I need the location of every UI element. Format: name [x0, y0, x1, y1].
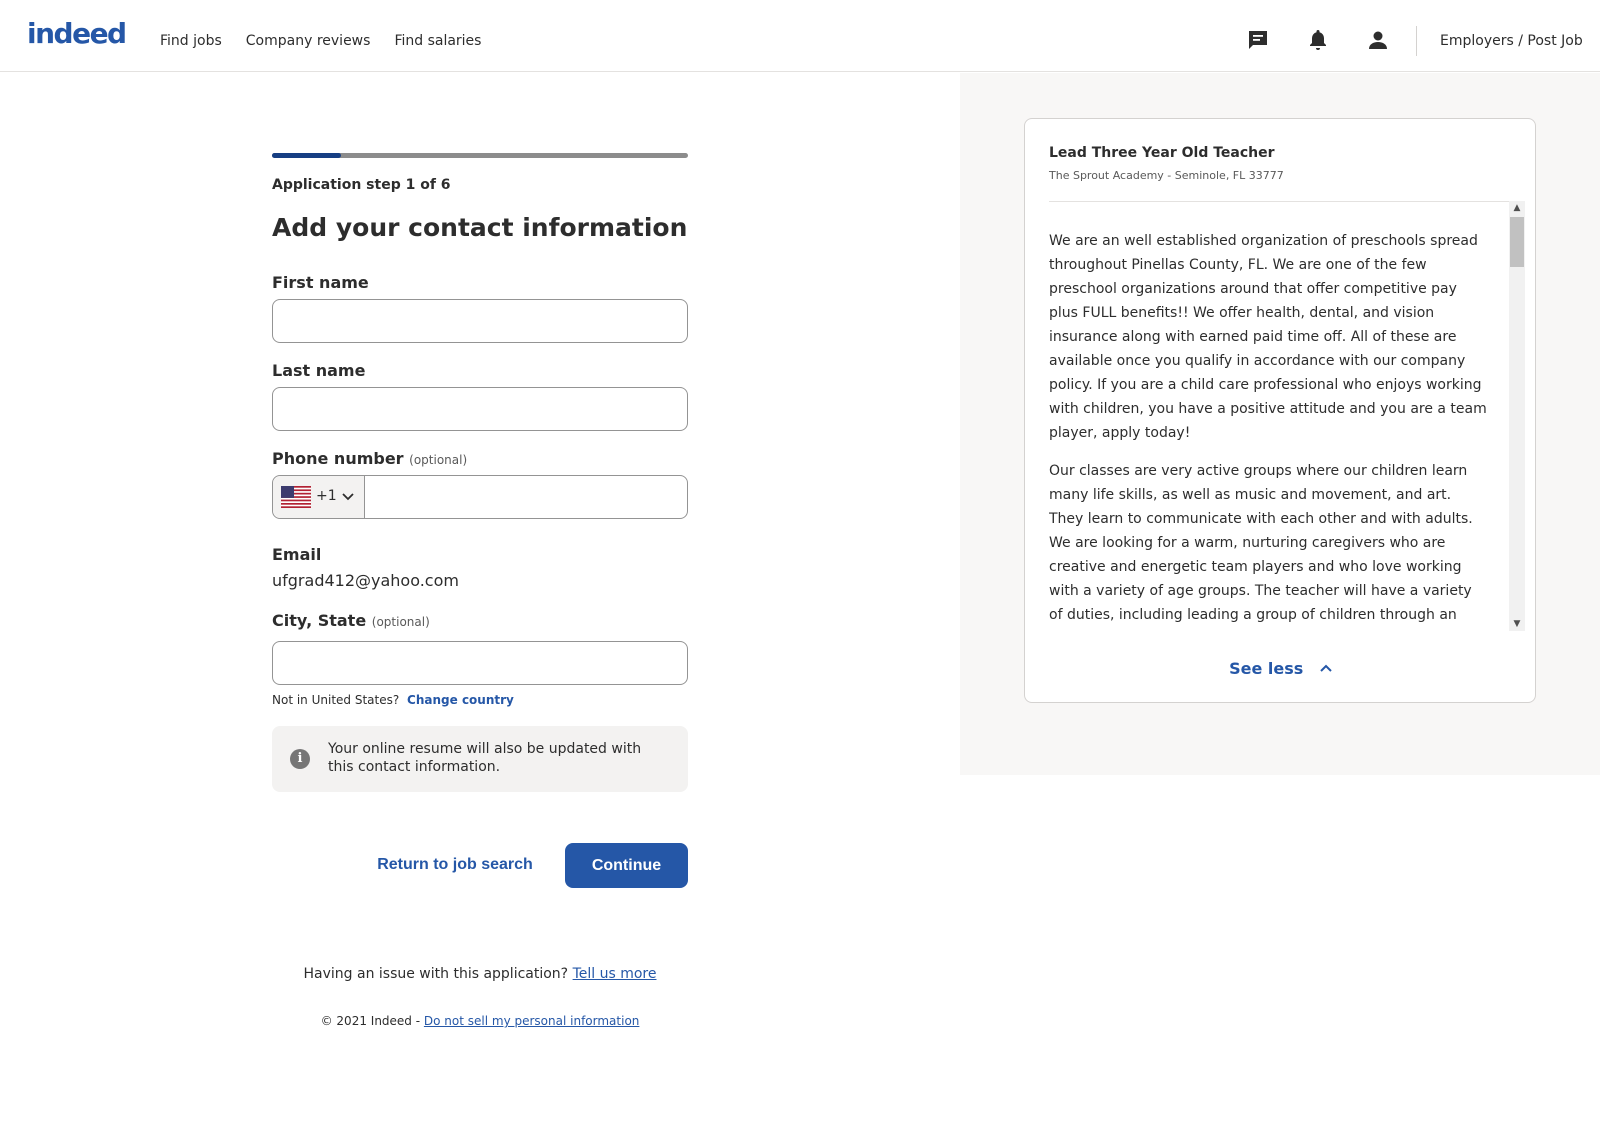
- issue-text: Having an issue with this application?: [303, 966, 569, 982]
- progress-bar-fill: [272, 153, 342, 158]
- optional-tag: (optional): [371, 615, 430, 629]
- page-title: Add your contact information: [272, 213, 688, 242]
- dial-code: +1: [316, 488, 337, 504]
- indeed-logo[interactable]: indeed: [27, 17, 127, 50]
- messages-icon[interactable]: [1246, 28, 1270, 52]
- optional-tag: (optional): [409, 453, 468, 467]
- first-name-input[interactable]: [272, 299, 688, 343]
- top-header: indeed Find jobs Company reviews Find sa…: [0, 0, 1600, 72]
- job-company-location: The Sprout Academy - Seminole, FL 33777: [1049, 169, 1284, 182]
- job-description-scrollbar[interactable]: ▲ ▼: [1509, 201, 1525, 631]
- nav-find-jobs[interactable]: Find jobs: [160, 33, 222, 49]
- header-divider: [1416, 26, 1417, 56]
- info-icon: i: [290, 749, 310, 769]
- scroll-down-arrow-icon[interactable]: ▼: [1511, 618, 1523, 630]
- job-description: We are an well established organization …: [1049, 229, 1489, 631]
- nav-company-reviews[interactable]: Company reviews: [246, 33, 371, 49]
- city-state-input[interactable]: [272, 641, 688, 685]
- copyright-text: © 2021 Indeed -: [320, 1014, 421, 1028]
- email-value: ufgrad412@yahoo.com: [272, 571, 459, 590]
- do-not-sell-link[interactable]: Do not sell my personal information: [424, 1014, 639, 1028]
- chevron-down-icon: [342, 493, 354, 501]
- job-description-paragraph: Our classes are very active groups where…: [1049, 463, 1473, 623]
- phone-number-label-text: Phone number: [272, 449, 404, 468]
- continue-button[interactable]: Continue: [565, 843, 688, 888]
- last-name-input[interactable]: [272, 387, 688, 431]
- phone-number-label: Phone number (optional): [272, 449, 467, 468]
- see-less-button[interactable]: See less: [1025, 659, 1537, 678]
- job-description-paragraph: We are an well established organization …: [1049, 233, 1487, 441]
- chevron-up-icon: [1320, 664, 1332, 672]
- city-state-label: City, State (optional): [272, 611, 430, 630]
- not-in-country-text: Not in United States?: [272, 693, 400, 707]
- city-state-label-text: City, State: [272, 611, 367, 630]
- phone-field: +1: [272, 475, 688, 519]
- info-notice-text: Your online resume will also be updated …: [328, 741, 642, 775]
- notifications-icon[interactable]: [1306, 28, 1330, 52]
- not-in-country-line: Not in United States? Change country: [272, 693, 514, 707]
- tell-us-more-link[interactable]: Tell us more: [573, 966, 657, 982]
- issue-line: Having an issue with this application? T…: [0, 966, 960, 982]
- employers-post-job-link[interactable]: Employers / Post Job: [1440, 33, 1583, 49]
- return-to-job-search-button[interactable]: Return to job search: [370, 843, 540, 887]
- phone-number-input[interactable]: [366, 476, 686, 518]
- nav-find-salaries[interactable]: Find salaries: [394, 33, 481, 49]
- job-divider: [1049, 201, 1513, 202]
- main-nav: Find jobs Company reviews Find salaries: [160, 33, 481, 49]
- job-card: Lead Three Year Old Teacher The Sprout A…: [1024, 118, 1536, 703]
- footer: © 2021 Indeed - Do not sell my personal …: [0, 1014, 960, 1028]
- see-less-label: See less: [1229, 659, 1304, 678]
- application-step-label: Application step 1 of 6: [272, 177, 451, 193]
- change-country-link[interactable]: Change country: [407, 693, 514, 707]
- scrollbar-thumb[interactable]: [1510, 217, 1524, 267]
- email-label: Email: [272, 545, 322, 564]
- info-notice: i Your online resume will also be update…: [272, 726, 688, 792]
- us-flag-icon: [281, 486, 311, 508]
- scroll-up-arrow-icon[interactable]: ▲: [1511, 202, 1523, 214]
- application-progress-bar: [272, 153, 688, 158]
- last-name-label: Last name: [272, 361, 366, 380]
- profile-icon[interactable]: [1366, 28, 1390, 52]
- first-name-label: First name: [272, 273, 369, 292]
- job-title: Lead Three Year Old Teacher: [1049, 145, 1275, 161]
- country-code-select[interactable]: +1: [273, 476, 365, 518]
